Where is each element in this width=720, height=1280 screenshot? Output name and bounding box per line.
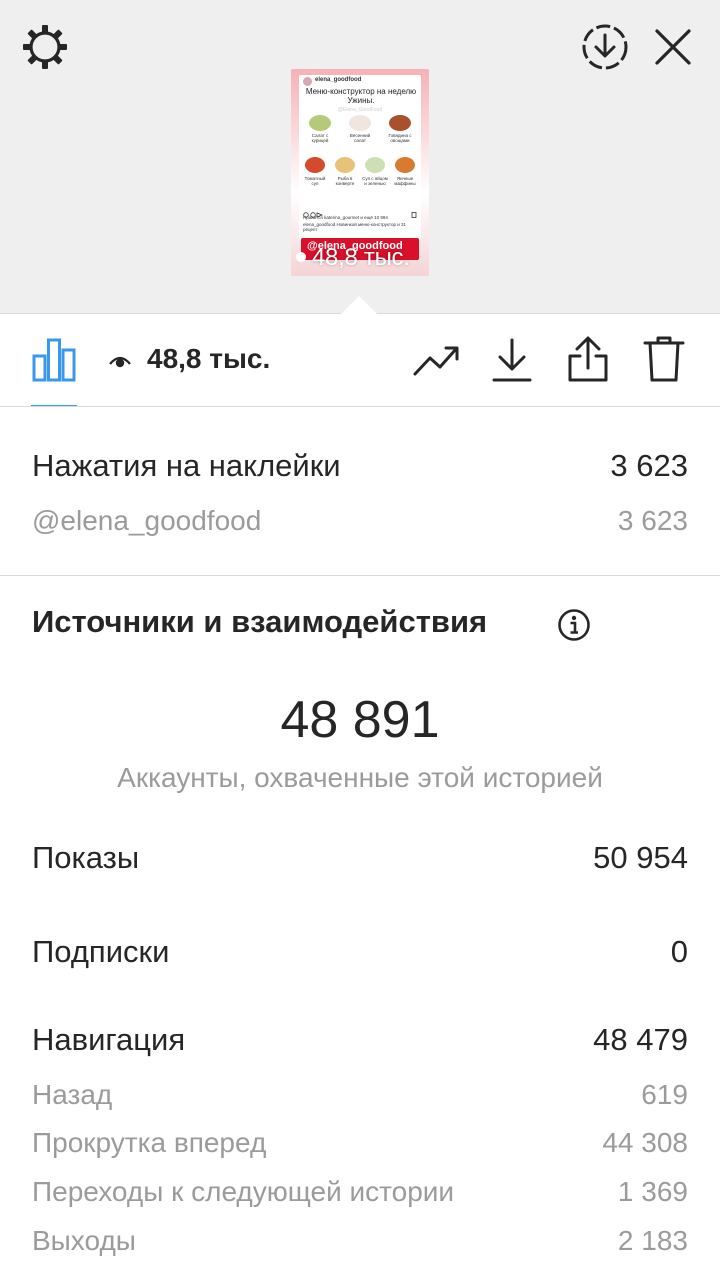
dish-caption: Яичные маффины <box>394 176 416 186</box>
post-caption: elena_goodfood Новинкой меню-конструктор… <box>303 222 406 232</box>
dish-image <box>365 157 385 173</box>
follows-label: Подписки <box>32 934 170 969</box>
dish-image <box>305 157 325 173</box>
navigation-item-label: Прокрутка вперед <box>32 1127 267 1158</box>
story-post-card: elena_goodfood Меню-конструктор на недел… <box>299 75 421 240</box>
reach-value: 48 891 <box>280 691 440 749</box>
navigation-item-label: Выходы <box>32 1225 136 1256</box>
dish-image <box>395 157 415 173</box>
section-title: Источники и взаимодействия <box>32 604 488 639</box>
share-icon[interactable] <box>566 334 610 384</box>
dish-image <box>349 115 371 131</box>
story-post-title: Меню-конструктор на неделю Ужины. <box>305 87 417 105</box>
download-circle-icon[interactable] <box>580 22 630 72</box>
story-username: elena_goodfood <box>315 77 362 83</box>
story-watermark: @Elena_GoodFood <box>337 107 383 113</box>
story-views-overlay: 48,8 тыс. <box>296 244 410 272</box>
info-icon[interactable] <box>557 608 591 647</box>
sticker-item-label: @elena_goodfood <box>32 505 262 536</box>
dish-caption: Рыба в конверте <box>335 176 355 186</box>
story-avatar <box>303 77 312 86</box>
sticker-taps-row: Нажатия на наклейки 3 623 <box>32 448 688 484</box>
bar-chart-icon[interactable] <box>31 336 77 382</box>
settings-icon[interactable] <box>20 22 70 72</box>
navigation-item-value: 2 183 <box>617 1225 688 1256</box>
post-likes: Нравится katerina_gourmet и ещё 10 994 <box>303 215 388 220</box>
dish-image <box>389 115 411 131</box>
divider <box>0 406 720 407</box>
views-count: 48,8 тыс. <box>147 343 271 374</box>
navigation-item-label: Назад <box>32 1079 113 1110</box>
impressions-row: Показы 50 954 <box>32 840 688 876</box>
dish-caption: Говядина с овощами <box>388 133 412 143</box>
reach-label: Аккаунты, охваченные этой историей <box>117 762 603 793</box>
sticker-taps-label: Нажатия на наклейки <box>32 448 341 483</box>
download-icon[interactable] <box>490 336 534 384</box>
dish-caption: Салат с курицей <box>311 133 329 143</box>
story-views-overlay-value: 48,8 тыс. <box>312 244 410 271</box>
dish-caption: Суп с яйцом и зеленью <box>362 176 388 186</box>
eye-icon <box>108 350 132 374</box>
eye-icon <box>296 252 306 262</box>
sticker-item-value: 3 623 <box>617 505 688 536</box>
trash-icon[interactable] <box>642 334 686 384</box>
navigation-item-row: Прокрутка вперед 44 308 <box>32 1127 688 1159</box>
impressions-label: Показы <box>32 840 140 875</box>
trending-icon[interactable] <box>412 340 460 380</box>
navigation-row: Навигация 48 479 <box>32 1022 688 1058</box>
sticker-item-row[interactable]: @elena_goodfood 3 623 <box>32 505 688 537</box>
impressions-value: 50 954 <box>593 840 688 875</box>
dish-caption: Весенний салат <box>349 133 371 143</box>
post-action-icons <box>303 205 417 218</box>
sticker-taps-value: 3 623 <box>610 448 688 483</box>
dish-caption: Томатный суп <box>304 176 326 186</box>
navigation-item-value: 1 369 <box>617 1176 688 1207</box>
follows-value: 0 <box>670 934 688 969</box>
close-icon[interactable] <box>652 26 694 68</box>
follows-row: Подписки 0 <box>32 934 688 970</box>
navigation-value: 48 479 <box>593 1022 688 1057</box>
navigation-item-value: 619 <box>641 1079 688 1110</box>
thumbnail-pointer <box>340 296 378 315</box>
dish-image <box>335 157 355 173</box>
divider <box>0 575 720 576</box>
navigation-item-row: Переходы к следующей истории 1 369 <box>32 1176 688 1208</box>
navigation-label: Навигация <box>32 1022 186 1057</box>
navigation-item-row: Назад 619 <box>32 1079 688 1111</box>
navigation-item-value: 44 308 <box>602 1127 688 1158</box>
navigation-item-row: Выходы 2 183 <box>32 1225 688 1257</box>
dish-image <box>309 115 331 131</box>
navigation-item-label: Переходы к следующей истории <box>32 1176 455 1207</box>
